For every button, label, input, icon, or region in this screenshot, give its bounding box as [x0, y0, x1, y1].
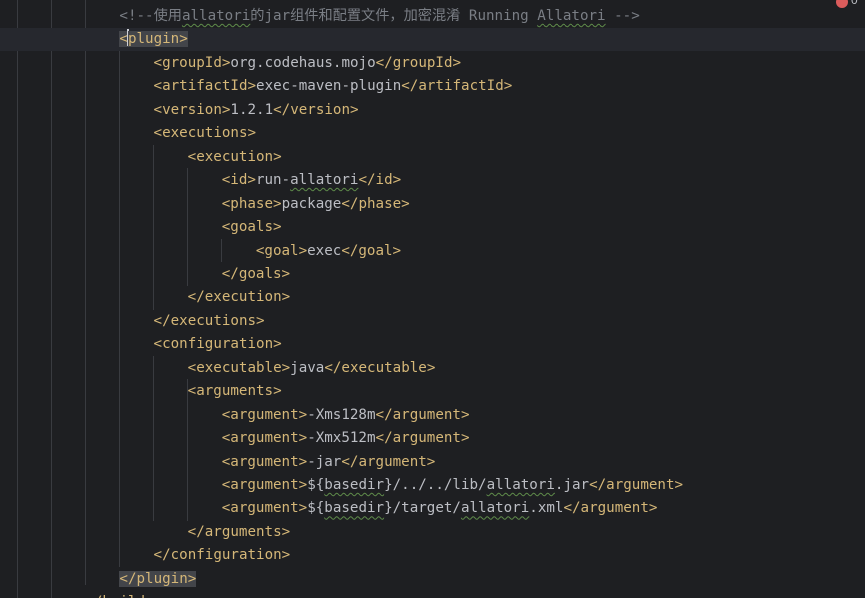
xml-tag-token: <argument>: [221, 406, 308, 423]
xml-tag-token: <goals>: [221, 219, 282, 236]
xml-tag-token: <argument>: [221, 453, 308, 470]
xml-tag-token: <artifactId>: [153, 78, 257, 95]
xml-tag-token: </goals>: [221, 265, 291, 282]
xml-tag-token: </executions>: [153, 312, 265, 329]
code-line[interactable]: <argument>${basedir}/target/allatori.xml…: [0, 497, 865, 520]
xml-tag-token: </argument>: [563, 500, 658, 517]
xml-text-token: }/target/: [384, 500, 461, 517]
code-line[interactable]: </plugin>: [0, 568, 865, 591]
xml-tag-token: </version>: [273, 101, 359, 118]
code-editor[interactable]: <!--使用allatori的jar组件和配置文件，加密混淆 Running A…: [0, 0, 865, 598]
xml-tag-token: <groupId>: [153, 54, 231, 71]
code-line[interactable]: </goals>: [0, 263, 865, 286]
code-line[interactable]: <executions>: [0, 122, 865, 145]
xml-text-token: exec: [307, 242, 342, 259]
xml-tag-token: </groupId>: [375, 54, 462, 71]
xml-text-token: 1.2.1: [230, 101, 274, 118]
xml-text-token: allatori: [290, 172, 359, 189]
xml-text-token: basedir: [324, 477, 385, 493]
code-line[interactable]: <groupId>org.codehaus.mojo</groupId>: [0, 52, 865, 75]
xml-text-token: java: [290, 359, 325, 376]
code-line[interactable]: <goals>: [0, 216, 865, 239]
code-line[interactable]: <plugin>: [0, 28, 865, 52]
xml-tag-token: </executable>: [324, 359, 436, 376]
inspection-error-count: 0: [851, 0, 858, 7]
code-line[interactable]: <argument>-Xms128m</argument>: [0, 404, 865, 427]
xml-tag-token: </argument>: [375, 406, 470, 423]
xml-text-token: .xml: [529, 500, 564, 517]
code-line[interactable]: <execution>: [0, 146, 865, 169]
xml-text-token: .jar: [554, 477, 590, 493]
code-line[interactable]: <argument>-jar</argument>: [0, 451, 865, 474]
xml-tag-token: <phase>: [221, 195, 282, 212]
xml-tag-token: <id>: [221, 172, 256, 189]
xml-text-token: }/../../lib/: [384, 477, 487, 493]
xml-tag-token: <argument>: [221, 430, 308, 447]
xml-text-token: package: [281, 195, 342, 212]
xml-tag-token: <execution>: [187, 148, 282, 165]
xml-text-token: allatori: [486, 477, 555, 493]
code-line[interactable]: <arguments>: [0, 380, 865, 403]
xml-tag-token: <argument>: [221, 500, 308, 517]
code-line[interactable]: <!--使用allatori的jar组件和配置文件，加密混淆 Running A…: [0, 5, 865, 28]
xml-text-token: exec-maven-plugin: [256, 78, 402, 95]
code-line[interactable]: <version>1.2.1</version>: [0, 99, 865, 122]
code-line[interactable]: <argument>${basedir}/../../lib/allatori.…: [0, 474, 865, 497]
xml-comment-token: -->: [605, 8, 640, 24]
code-line[interactable]: <executable>java</executable>: [0, 357, 865, 380]
xml-tag-token: </argument>: [589, 477, 684, 493]
xml-tag-token: </argument>: [341, 453, 436, 470]
xml-tag-token: </execution>: [187, 289, 291, 306]
xml-tag-token: <arguments>: [187, 383, 282, 400]
xml-text-token: -Xms128m: [307, 406, 376, 423]
xml-comment-token: <!--使用: [119, 8, 182, 24]
xml-tag-token: <version>: [153, 101, 231, 118]
xml-text-token: run-: [255, 172, 291, 189]
code-line[interactable]: <artifactId>exec-maven-plugin</artifactI…: [0, 75, 865, 98]
xml-tag-token: </phase>: [341, 195, 410, 212]
code-line[interactable]: <configuration>: [0, 333, 865, 356]
xml-text-token: allatori: [460, 500, 530, 517]
xml-text-token: -jar: [307, 453, 342, 470]
xml-text-token: org.codehaus.mojo: [230, 54, 376, 71]
xml-comment-token: 的jar组件和配置文件，加密混淆 Running: [250, 8, 538, 24]
code-line[interactable]: <phase>package</phase>: [0, 193, 865, 216]
xml-tag-token: plugin>: [127, 31, 188, 48]
xml-tag-token: </id>: [358, 172, 402, 189]
code-line[interactable]: <goal>exec</goal>: [0, 240, 865, 263]
xml-text-token: ${: [307, 500, 325, 517]
xml-tag-token: <executable>: [187, 359, 291, 376]
xml-comment-token: Allatori: [537, 8, 606, 24]
code-line[interactable]: <id>run-allatori</id>: [0, 169, 865, 192]
code-line[interactable]: </executions>: [0, 310, 865, 333]
xml-tag-token: </build>: [85, 594, 153, 598]
xml-tag-token: </configuration>: [153, 547, 291, 564]
xml-tag-token: <goal>: [255, 242, 308, 259]
code-line[interactable]: </build>: [0, 591, 865, 598]
xml-tag-token: <configuration>: [153, 336, 282, 353]
code-line[interactable]: </execution>: [0, 286, 865, 309]
xml-tag-token: </plugin>: [119, 570, 197, 587]
xml-tag-token: </artifactId>: [401, 78, 513, 95]
code-line[interactable]: </configuration>: [0, 544, 865, 567]
xml-tag-token: <executions>: [153, 125, 257, 142]
xml-text-token: basedir: [324, 500, 385, 517]
xml-tag-token: </goal>: [341, 242, 402, 259]
xml-tag-token: <argument>: [221, 477, 308, 493]
xml-text-token: ${: [307, 477, 325, 493]
xml-tag-token: </argument>: [375, 430, 470, 447]
code-line[interactable]: <argument>-Xmx512m</argument>: [0, 427, 865, 450]
xml-comment-token: allatori: [181, 8, 251, 24]
xml-text-token: -Xmx512m: [307, 430, 376, 447]
xml-tag-token: </arguments>: [187, 523, 291, 540]
code-line[interactable]: </arguments>: [0, 521, 865, 544]
